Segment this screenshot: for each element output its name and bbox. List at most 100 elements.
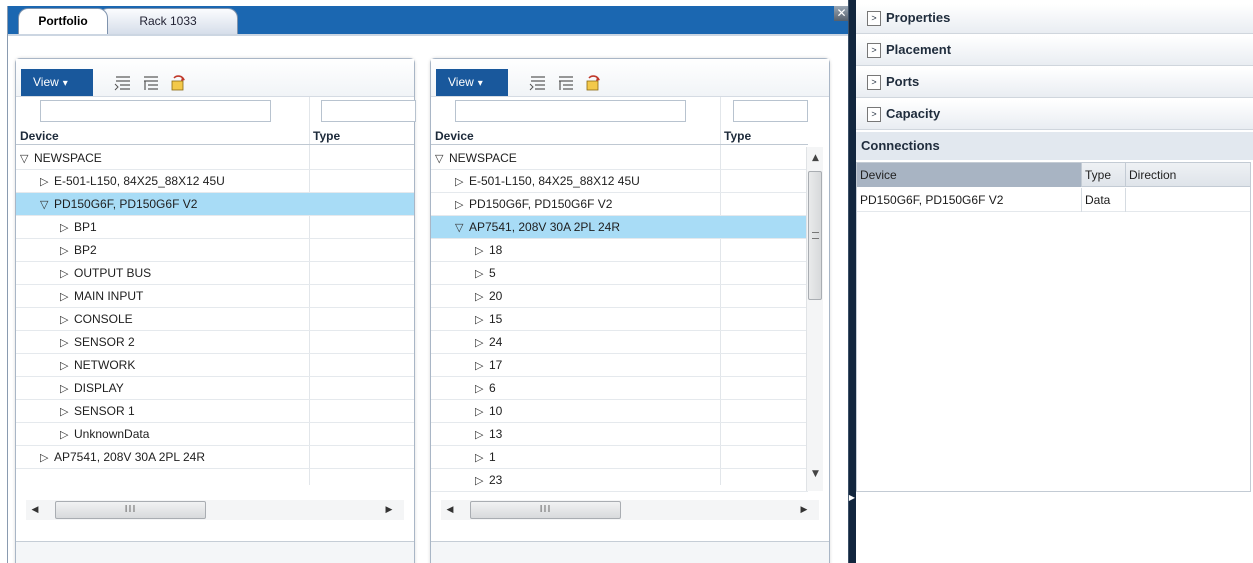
tab-rack[interactable]: Rack 1033 xyxy=(98,8,238,34)
tree-row[interactable]: ▷ 20 xyxy=(431,285,808,308)
column-header-type[interactable]: Type xyxy=(724,129,751,143)
collapsed-triangle-icon[interactable]: ▷ xyxy=(475,309,489,331)
tree-row[interactable]: ▷ 15 xyxy=(431,308,808,331)
tab-portfolio[interactable]: Portfolio xyxy=(18,8,108,34)
expanded-triangle-icon[interactable]: ▽ xyxy=(435,148,449,170)
scroll-down-icon[interactable]: ▼ xyxy=(807,469,824,485)
tree-row[interactable]: ▽ NEWSPACE xyxy=(16,147,414,170)
tree-row[interactable]: ▷ MAIN INPUT xyxy=(16,285,414,308)
scroll-thumb[interactable]: III xyxy=(55,501,206,519)
device-filter-input[interactable] xyxy=(40,100,271,122)
collapsed-triangle-icon[interactable]: ▷ xyxy=(60,378,74,400)
tree-row[interactable]: ▷ PD150G6F, PD150G6F V2 xyxy=(431,193,808,216)
table-row[interactable]: PD150G6F, PD150G6F V2 Data xyxy=(857,188,1250,212)
column-header-type[interactable]: Type xyxy=(313,129,340,143)
tree-row[interactable]: ▷ 6 xyxy=(431,377,808,400)
right-view-button[interactable]: View ▾ xyxy=(436,69,508,96)
tree-row[interactable]: ▷ 1 xyxy=(431,446,808,469)
collapsed-triangle-icon[interactable]: ▷ xyxy=(475,263,489,285)
expanded-triangle-icon[interactable]: ▽ xyxy=(20,148,34,170)
tree-row[interactable]: ▷ SENSOR 1 xyxy=(16,400,414,423)
collapsed-triangle-icon[interactable]: ▷ xyxy=(60,401,74,423)
tree-row[interactable]: ▷ 18 xyxy=(431,239,808,262)
tree-row[interactable]: ▷ 17 xyxy=(431,354,808,377)
section-capacity[interactable]: > Capacity xyxy=(856,100,1253,130)
scroll-right-icon[interactable]: ▶ xyxy=(797,502,811,518)
scroll-thumb[interactable]: III xyxy=(470,501,621,519)
right-horizontal-scrollbar[interactable]: ◀ III ▶ xyxy=(441,500,819,520)
collapse-arrow-icon[interactable]: ▶ xyxy=(848,492,856,504)
column-header-device[interactable]: Device xyxy=(435,129,474,143)
collapsed-triangle-icon[interactable]: ▷ xyxy=(60,424,74,446)
tree-row[interactable]: ▷ DISPLAY xyxy=(16,377,414,400)
tree-row[interactable]: ▷ 5 xyxy=(431,262,808,285)
tree-row[interactable]: ▷ OUTPUT BUS xyxy=(16,262,414,285)
tree-row[interactable]: ▽ PD150G6F, PD150G6F V2 xyxy=(16,193,414,216)
tree-row[interactable]: ▷ 24 xyxy=(431,331,808,354)
tree-row[interactable]: ▷ CONSOLE xyxy=(16,308,414,331)
view-button-label: View xyxy=(448,75,474,89)
collapsed-triangle-icon[interactable]: ▷ xyxy=(455,194,469,216)
refresh-tree-icon[interactable] xyxy=(585,75,603,91)
expand-all-icon[interactable] xyxy=(114,75,132,91)
tree-row[interactable]: ▷ BP1 xyxy=(16,216,414,239)
left-horizontal-scrollbar[interactable]: ◀ III ▶ xyxy=(26,500,404,520)
collapsed-triangle-icon[interactable]: ▷ xyxy=(475,286,489,308)
collapse-all-icon[interactable] xyxy=(142,75,160,91)
collapse-all-icon[interactable] xyxy=(557,75,575,91)
close-icon[interactable]: ✕ xyxy=(834,6,849,21)
collapsed-triangle-icon[interactable]: ▷ xyxy=(475,378,489,400)
column-header-direction[interactable]: Direction xyxy=(1126,163,1252,187)
scroll-thumb[interactable] xyxy=(808,171,822,300)
tree-row[interactable]: ▽ AP7541, 208V 30A 2PL 24R xyxy=(431,216,808,239)
collapsed-triangle-icon[interactable]: ▷ xyxy=(475,240,489,262)
collapsed-triangle-icon[interactable]: ▷ xyxy=(60,217,74,239)
collapsed-triangle-icon[interactable]: ▷ xyxy=(40,171,54,193)
scroll-right-icon[interactable]: ▶ xyxy=(382,502,396,518)
collapsed-triangle-icon[interactable]: ▷ xyxy=(60,263,74,285)
tree-row[interactable]: ▷ BP2 xyxy=(16,239,414,262)
right-vertical-scrollbar[interactable]: ▲ ▼ xyxy=(806,147,823,491)
tree-row[interactable]: ▷ 10 xyxy=(431,400,808,423)
tree-row[interactable]: ▷ UnknownData xyxy=(16,423,414,446)
collapsed-triangle-icon[interactable]: ▷ xyxy=(475,424,489,446)
collapsed-triangle-icon[interactable]: ▷ xyxy=(475,401,489,423)
column-header-type[interactable]: Type xyxy=(1082,163,1126,187)
collapsed-triangle-icon[interactable]: ▷ xyxy=(60,240,74,262)
tree-row[interactable]: ▷ 23 xyxy=(431,469,808,492)
collapsed-triangle-icon[interactable]: ▷ xyxy=(475,470,489,492)
tree-row[interactable]: ▽ NEWSPACE xyxy=(431,147,808,170)
column-header-device[interactable]: Device xyxy=(20,129,59,143)
type-filter-input[interactable] xyxy=(321,100,416,122)
tree-row[interactable]: ▷ SENSOR 2 xyxy=(16,331,414,354)
tree-row[interactable]: ▷ NETWORK xyxy=(16,354,414,377)
tree-row[interactable]: ▷ E-501-L150, 84X25_88X12 45U xyxy=(16,170,414,193)
tree-row[interactable]: ▷ 13 xyxy=(431,423,808,446)
collapsed-triangle-icon[interactable]: ▷ xyxy=(40,447,54,469)
scroll-left-icon[interactable]: ◀ xyxy=(28,502,42,518)
panel-splitter[interactable] xyxy=(848,0,856,563)
collapsed-triangle-icon[interactable]: ▷ xyxy=(60,355,74,377)
scroll-up-icon[interactable]: ▲ xyxy=(807,153,824,169)
device-filter-input[interactable] xyxy=(455,100,686,122)
type-filter-input[interactable] xyxy=(733,100,808,122)
collapsed-triangle-icon[interactable]: ▷ xyxy=(60,309,74,331)
left-view-button[interactable]: View ▾ xyxy=(21,69,93,96)
collapsed-triangle-icon[interactable]: ▷ xyxy=(60,286,74,308)
section-ports[interactable]: > Ports xyxy=(856,68,1253,98)
collapsed-triangle-icon[interactable]: ▷ xyxy=(455,171,469,193)
section-placement[interactable]: > Placement xyxy=(856,36,1253,66)
expanded-triangle-icon[interactable]: ▽ xyxy=(40,194,54,216)
collapsed-triangle-icon[interactable]: ▷ xyxy=(60,332,74,354)
refresh-tree-icon[interactable] xyxy=(170,75,188,91)
expanded-triangle-icon[interactable]: ▽ xyxy=(455,217,469,239)
tree-row[interactable]: ▷ E-501-L150, 84X25_88X12 45U xyxy=(431,170,808,193)
column-header-device[interactable]: Device xyxy=(857,163,1082,187)
collapsed-triangle-icon[interactable]: ▷ xyxy=(475,355,489,377)
expand-all-icon[interactable] xyxy=(529,75,547,91)
scroll-left-icon[interactable]: ◀ xyxy=(443,502,457,518)
section-properties[interactable]: > Properties xyxy=(856,4,1253,34)
collapsed-triangle-icon[interactable]: ▷ xyxy=(475,447,489,469)
collapsed-triangle-icon[interactable]: ▷ xyxy=(475,332,489,354)
tree-row[interactable]: ▷ AP7541, 208V 30A 2PL 24R xyxy=(16,446,414,469)
